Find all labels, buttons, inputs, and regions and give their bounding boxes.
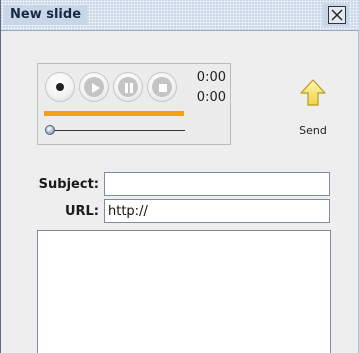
close-icon: [331, 9, 343, 21]
pause-button[interactable]: [113, 72, 143, 102]
total-time: 0:00: [196, 90, 226, 105]
stop-button[interactable]: [147, 72, 177, 102]
volume-slider-knob[interactable]: [45, 125, 55, 135]
volume-slider-track[interactable]: [52, 130, 185, 131]
url-input[interactable]: [104, 199, 330, 223]
play-icon: [92, 83, 100, 93]
send-label: Send: [299, 124, 327, 137]
subject-input[interactable]: [104, 172, 330, 196]
close-button[interactable]: [328, 6, 346, 24]
send-button[interactable]: Send: [293, 78, 333, 138]
record-icon: [56, 83, 64, 91]
stop-icon: [159, 84, 167, 92]
subject-label: Subject:: [38, 177, 99, 192]
record-button[interactable]: [45, 72, 75, 102]
window-title: New slide: [4, 5, 88, 25]
elapsed-time: 0:00: [196, 70, 226, 85]
url-label: URL:: [64, 204, 99, 219]
title-bar[interactable]: New slide: [1, 0, 359, 31]
slide-body-textarea[interactable]: [37, 230, 331, 353]
recording-progress-bar: [44, 111, 184, 116]
new-slide-window: New slide 0:00 0:00 Send Subject: URL: h…: [0, 0, 359, 353]
pause-icon: [125, 83, 133, 93]
audio-recorder-panel: 0:00 0:00: [37, 63, 231, 145]
play-button[interactable]: [79, 72, 109, 102]
up-arrow-icon: [300, 79, 326, 106]
